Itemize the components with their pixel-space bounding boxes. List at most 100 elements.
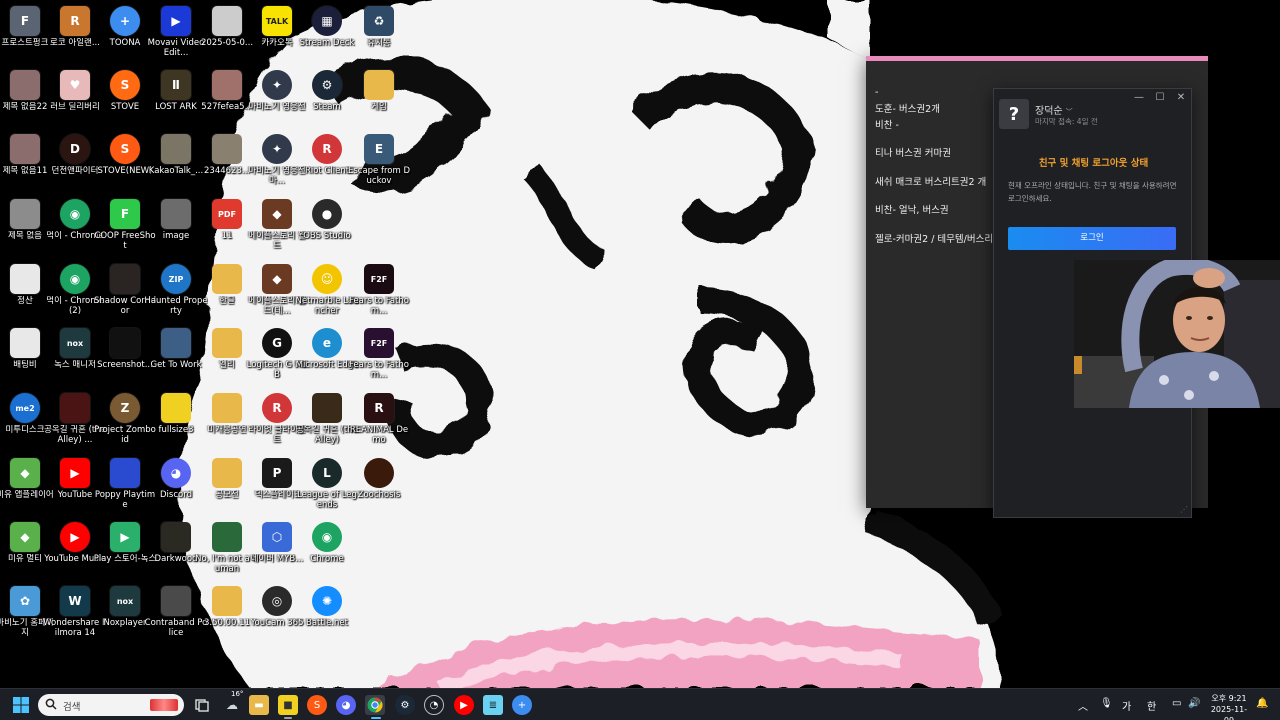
login-button[interactable]: 로그인 (1008, 227, 1176, 250)
app-icon: ▶ (110, 522, 140, 552)
start-button[interactable] (11, 695, 31, 715)
app-icon (212, 393, 242, 423)
notepad-taskbar-button[interactable]: ≣ (483, 695, 503, 715)
volume-icon[interactable]: 🔊 (1188, 698, 1200, 709)
desktop-icon-label: 휴지통 (367, 38, 391, 48)
desktop-icon[interactable]: E Escape from Duckov (348, 134, 410, 196)
app-icon (60, 393, 90, 423)
app-icon: ♥ (60, 70, 90, 100)
app-icon: TALK (262, 6, 292, 36)
desktop-icon[interactable]: Zoochosis (348, 458, 410, 520)
youtube-music-taskbar-button[interactable]: ▶ (454, 695, 474, 715)
app-icon: nox (110, 586, 140, 616)
app-icon: S (110, 134, 140, 164)
app-icon: R (262, 393, 292, 423)
app-icon: W (60, 586, 90, 616)
logout-status-title: 친구 및 채팅 로그아웃 상태 (1038, 158, 1149, 169)
discord-taskbar-button[interactable]: ◕ (336, 695, 356, 715)
app-icon (161, 393, 191, 423)
ime-mode-indicator[interactable]: 가 (1122, 698, 1131, 713)
task-view-button[interactable] (192, 695, 212, 715)
app-icon: ✺ (312, 586, 342, 616)
maximize-button[interactable]: ☐ (1151, 91, 1169, 105)
file-explorer-button[interactable]: ▬ (249, 695, 269, 715)
minimize-button[interactable]: — (1130, 91, 1148, 105)
app-icon (110, 264, 140, 294)
folder-icon: ▬ (254, 699, 264, 711)
weather-widget[interactable]: ☁ 16° (220, 690, 244, 715)
app-icon: ● (312, 199, 342, 229)
app-icon (161, 522, 191, 552)
desktop-icon[interactable]: ♻ 휴지통 (348, 6, 410, 68)
active-indicator (371, 717, 381, 719)
toona-taskbar-button[interactable]: + (512, 695, 532, 715)
desktop-icon-label: REANIMAL Demo (349, 425, 409, 445)
logout-status-description: 현재 오프라인 상태입니다. 친구 및 채팅을 사용하려면 로그인하세요. (1008, 181, 1177, 203)
cloud-icon: ☁ (226, 698, 238, 712)
search-placeholder: 검색 (63, 702, 81, 713)
app-icon (161, 328, 191, 358)
chevron-up-icon[interactable]: ︿ (1078, 698, 1088, 713)
app-icon: F (110, 199, 140, 229)
sticky-notes-button[interactable]: ■ (278, 695, 298, 715)
app-icon: ◎ (262, 586, 292, 616)
app-icon (10, 70, 40, 100)
notification-bell-icon[interactable]: 🔔 (1256, 698, 1268, 709)
notepad-icon: ≣ (488, 699, 498, 711)
app-icon: ⚙ (312, 70, 342, 100)
desktop-icon-label: Escape from Duckov (347, 166, 411, 186)
app-icon: D (60, 134, 90, 164)
app-icon: me2 (10, 393, 40, 423)
app-icon: P (262, 458, 292, 488)
app-icon: ✿ (10, 586, 40, 616)
system-clock[interactable]: 오후 9:21 2025-11-09 (1206, 693, 1252, 720)
desktop-icon-label: Chrome (310, 554, 344, 564)
app-icon: ✦ (262, 134, 292, 164)
microphone-icon[interactable]: 🎙 (1100, 698, 1113, 709)
network-icon[interactable]: ▭ (1172, 698, 1181, 709)
note-line[interactable]: 새쉬 매크로 버스리트권2 개 (875, 174, 986, 188)
taskbar-search-box[interactable]: 검색 (38, 694, 184, 716)
resize-grip-icon[interactable]: ⋰ (1180, 505, 1188, 514)
app-icon: + (110, 6, 140, 36)
steam-taskbar-button[interactable]: ⚙ (395, 695, 415, 715)
note-line[interactable]: 티나 버스권 커마권 (875, 145, 951, 159)
youtube-music-icon: ▶ (460, 699, 468, 711)
app-icon: E (364, 134, 394, 164)
note-line[interactable]: 도훈- 버스권2개 (875, 101, 940, 115)
desktop-icon[interactable]: F2F Fears to Fathom... (348, 328, 410, 390)
desktop-icon[interactable]: R REANIMAL Demo (348, 393, 410, 455)
close-button[interactable]: ✕ (1172, 91, 1190, 105)
app-icon: ▶ (60, 522, 90, 552)
desktop-icon[interactable]: 게임 (348, 70, 410, 132)
username-dropdown[interactable]: 장덕순 ﹀ (1035, 102, 1073, 117)
ime-language-indicator[interactable]: 한 (1147, 698, 1156, 713)
app-icon (161, 586, 191, 616)
stove-taskbar-button[interactable]: S (307, 695, 327, 715)
app-icon: ♻ (364, 6, 394, 36)
desktop-icon[interactable]: F2F Fears to Fathom... (348, 264, 410, 326)
desktop-icon-label: Fears to Fathom... (349, 296, 409, 316)
last-seen-text: 마지막 접속: 4일 전 (1035, 117, 1098, 126)
app-icon: ◉ (312, 522, 342, 552)
chrome-taskbar-button[interactable] (365, 695, 385, 715)
note-line[interactable]: - (875, 87, 878, 98)
app-icon (312, 393, 342, 423)
desktop-icon-grid: F 프로스트펑크 R 로코 아일랜... + TOONA ▶ Movavi Video Edi… (0, 0, 420, 688)
desktop-icon[interactable]: ● OBS Studio (296, 199, 358, 261)
desktop-icon[interactable]: ✺ Battle.net (296, 586, 358, 648)
desktop-icon-label: OBS Studio (303, 231, 351, 241)
note-line[interactable]: 비찬- 얼낙, 버스권 (875, 202, 949, 216)
note-line[interactable]: 젤로-커마권2 / 테무템/버스리 (875, 231, 993, 245)
app-icon (212, 586, 242, 616)
app-icon: Ⅱ (161, 70, 191, 100)
app-icon: ◉ (60, 264, 90, 294)
obs-icon: ◔ (429, 699, 439, 711)
avatar[interactable]: ? (999, 99, 1029, 129)
app-icon: G (262, 328, 292, 358)
chevron-down-icon: ﹀ (1065, 108, 1073, 116)
desktop-icon[interactable]: ◉ Chrome (296, 522, 358, 584)
note-line[interactable]: 비찬 - (875, 117, 899, 131)
obs-taskbar-button[interactable]: ◔ (424, 695, 444, 715)
app-icon (212, 264, 242, 294)
